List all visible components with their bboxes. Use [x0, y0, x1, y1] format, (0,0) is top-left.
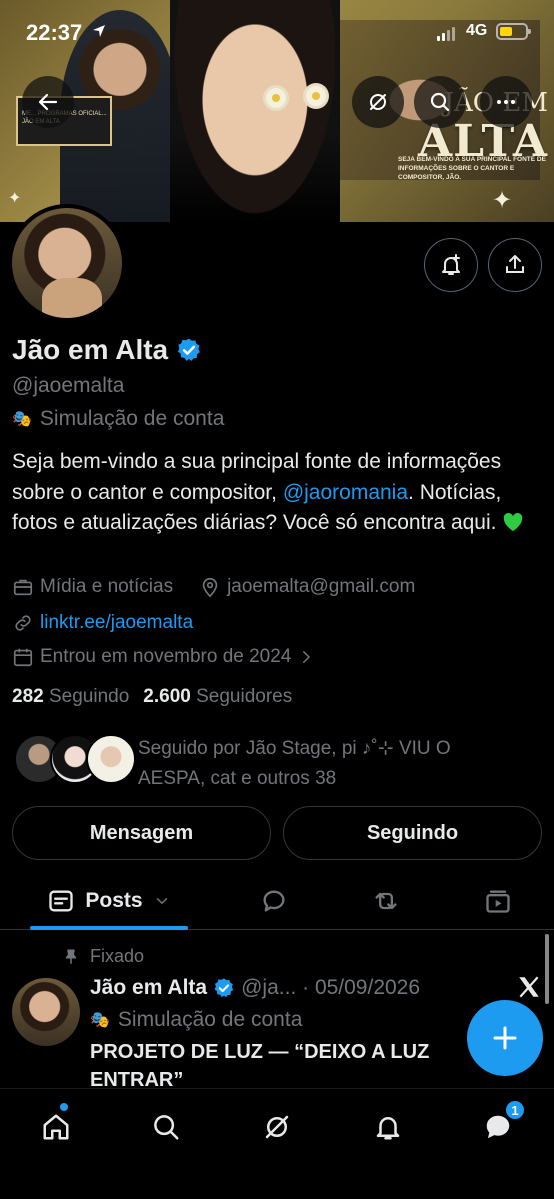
profile-name: Jão em Alta [12, 334, 169, 365]
grok-button[interactable] [352, 76, 404, 128]
tab-posts[interactable]: Posts [30, 872, 188, 930]
profile-joined: Entrou em novembro de 2024 [40, 646, 292, 667]
theater-mask-icon: 🎭 [90, 1012, 110, 1029]
theater-mask-icon: 🎭 [12, 411, 32, 428]
repost-icon [375, 892, 397, 910]
network-label: 4G [466, 22, 488, 39]
bell-icon [376, 1117, 400, 1140]
pinned-label: Fixado [62, 946, 144, 967]
nav-search[interactable] [144, 1105, 188, 1149]
reply-bubble-icon [263, 890, 285, 912]
share-button[interactable] [488, 238, 542, 292]
post-handle-date: @ja... · 05/09/2026 [241, 976, 421, 999]
profile-link-row: linktr.ee/jaoemalta [12, 612, 193, 634]
banner-caption: SEJA BEM-VINDO A SUA PRINCIPAL FONTE DE … [398, 156, 546, 181]
profile-meta-row: Mídia e notícias jaoemalta@gmail.com [12, 576, 415, 598]
bottom-navigation: 1 [0, 1088, 554, 1199]
bell-plus-icon [442, 254, 460, 275]
post-author-name[interactable]: Jão em Alta [90, 976, 207, 1000]
plus-icon [493, 1026, 517, 1050]
share-icon [506, 255, 524, 273]
message-button[interactable]: Mensagem [12, 806, 271, 860]
search-button[interactable] [414, 76, 466, 128]
more-icon [497, 100, 515, 104]
grok-icon [370, 94, 386, 110]
followed-by-text: Seguido por Jão Stage, pi ♪˚⊹ VIU O AESP… [138, 738, 451, 789]
link-icon [15, 615, 31, 631]
home-unread-dot [60, 1103, 68, 1111]
post-author-avatar[interactable] [12, 978, 80, 1046]
profile-bio: Seja bem-vindo a sua principal fonte de … [12, 447, 544, 539]
tab-media[interactable] [474, 872, 522, 930]
nav-notifications[interactable] [366, 1105, 410, 1149]
calendar-icon [13, 648, 33, 667]
search-icon [430, 92, 450, 112]
following-stat[interactable]: 282 Seguindo [12, 686, 129, 708]
chevron-down-icon [156, 898, 167, 905]
briefcase-icon [13, 579, 33, 596]
notifications-toggle-button[interactable] [424, 238, 478, 292]
compose-post-button[interactable] [467, 1000, 543, 1076]
post-simulation-label: 🎭 Simulação de conta [90, 1008, 303, 1031]
profile-website-link[interactable]: linktr.ee/jaoemalta [40, 612, 193, 634]
active-tab-indicator [30, 926, 188, 930]
follow-stats: 282 Seguindo 2.600 Seguidores [12, 686, 292, 708]
star-icon: ✦ [492, 187, 513, 214]
grok-icon [265, 1115, 289, 1139]
posts-icon [49, 890, 74, 912]
status-time: 22:37 [26, 20, 83, 45]
follower-avatar [86, 734, 136, 784]
verified-badge-icon[interactable] [176, 337, 202, 363]
profile-name-row: Jão em Alta [12, 334, 202, 366]
media-icon [486, 890, 510, 913]
following-button[interactable]: Seguindo [283, 806, 542, 860]
nav-grok[interactable] [255, 1105, 299, 1149]
green-heart-icon [504, 512, 523, 532]
flower-icon [306, 86, 326, 106]
signal-icon [437, 27, 455, 41]
profile-joined-row[interactable]: Entrou em novembro de 2024 [12, 646, 315, 668]
profile-email: jaoemalta@gmail.com [227, 576, 416, 597]
home-icon [43, 1114, 69, 1140]
followers-stat[interactable]: 2.600 Seguidores [143, 686, 292, 708]
location-pin-icon [202, 577, 218, 598]
flower-icon [266, 88, 286, 108]
scrollbar[interactable] [545, 934, 549, 1004]
nav-home[interactable] [34, 1105, 78, 1149]
location-arrow-icon [93, 25, 105, 37]
back-arrow-icon [38, 93, 58, 111]
profile-category: Mídia e notícias [40, 576, 174, 597]
status-bar: 22:37 4G [0, 0, 554, 60]
profile-tabs: Posts [0, 872, 554, 930]
search-icon [154, 1115, 179, 1140]
pin-icon [65, 949, 77, 964]
profile-avatar[interactable] [8, 204, 126, 322]
post-text: PROJETO DE LUZ — “DEIXO A LUZ ENTRAR” [90, 1041, 430, 1091]
tab-reposts[interactable] [362, 872, 410, 930]
chevron-right-icon [303, 651, 311, 663]
tab-replies[interactable] [250, 872, 298, 930]
simulation-label: 🎭 Simulação de conta [12, 407, 225, 430]
more-button[interactable] [480, 76, 532, 128]
bio-mention-link[interactable]: @jaoromania [283, 481, 408, 504]
verified-badge-icon [214, 978, 234, 998]
star-icon: ✦ [8, 190, 22, 207]
profile-handle: @jaoemalta [12, 374, 125, 397]
followed-by[interactable]: Seguido por Jão Stage, pi ♪˚⊹ VIU O AESP… [14, 734, 544, 789]
back-button[interactable] [22, 76, 74, 128]
messages-badge: 1 [504, 1099, 526, 1121]
battery-icon [496, 23, 531, 40]
post-header: Jão em Alta @ja... · 05/09/2026 [90, 976, 420, 1000]
x-logo-icon [519, 976, 539, 998]
